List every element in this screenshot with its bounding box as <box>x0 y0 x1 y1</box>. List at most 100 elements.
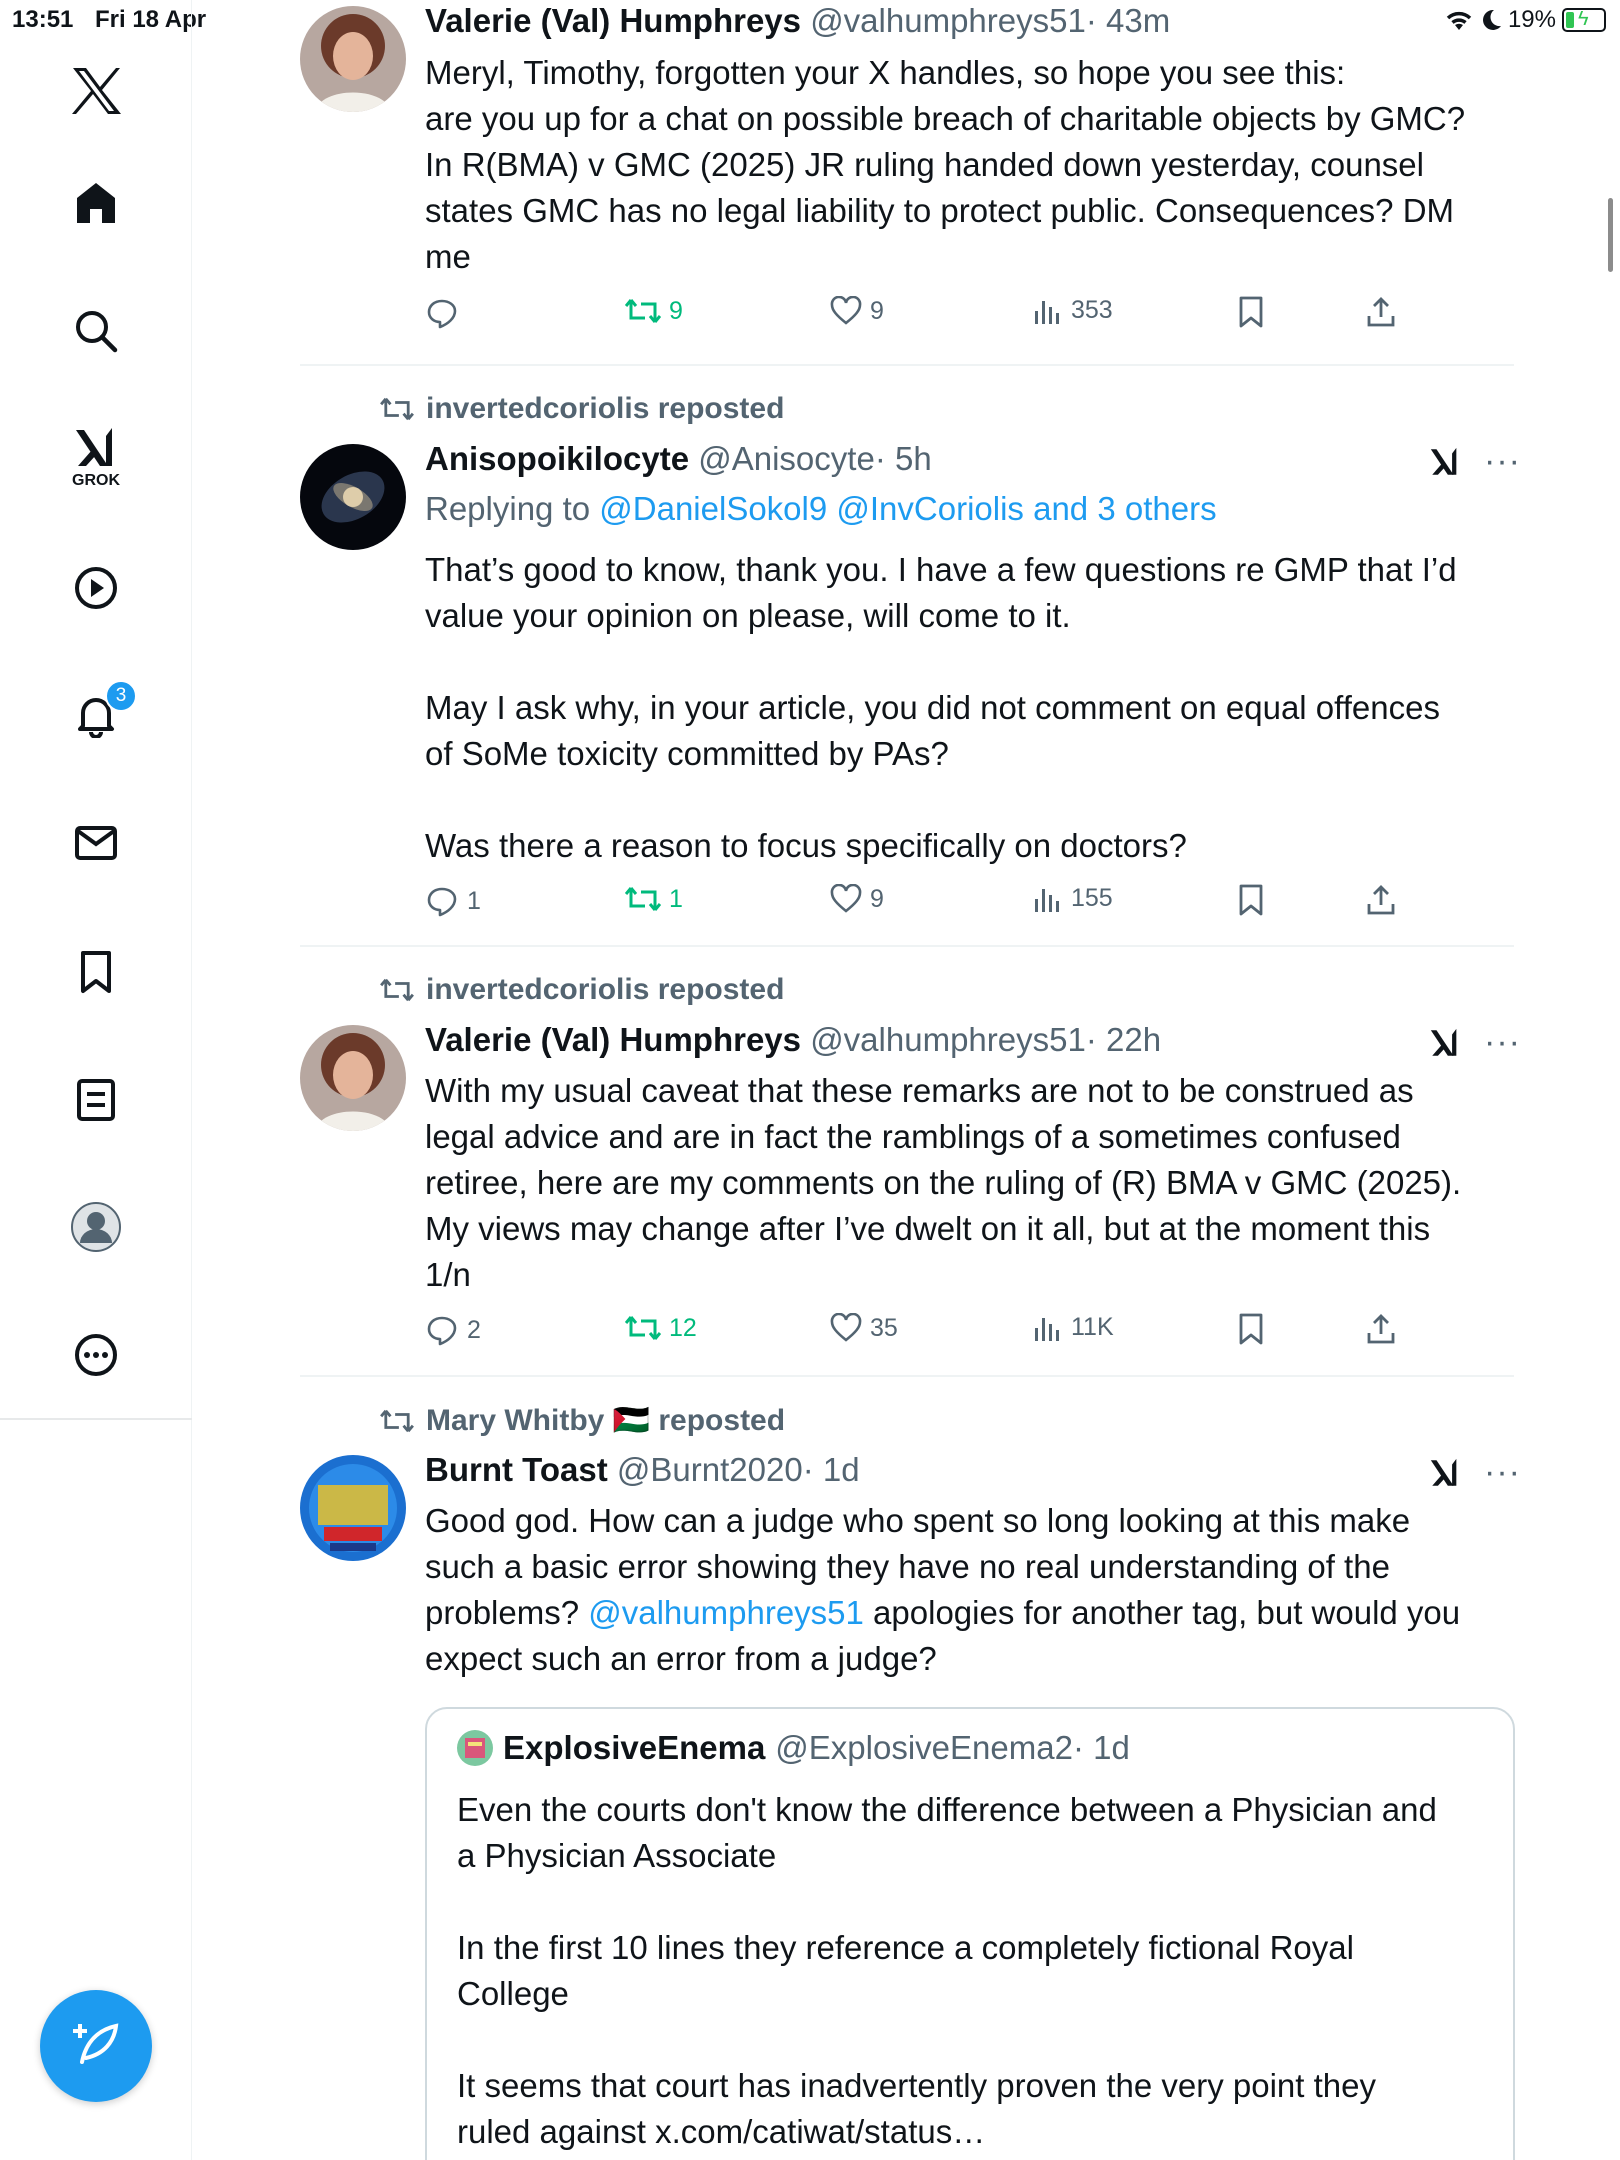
quoted-tweet-text: Even the courts don't know the differenc… <box>457 1791 1437 2150</box>
grok-icon[interactable] <box>1428 1456 1462 1490</box>
repost-context: invertedcoriolis reposted <box>380 392 784 426</box>
sidebar-divider <box>0 1418 192 1420</box>
bookmark-icon[interactable] <box>61 937 131 1007</box>
mail-icon[interactable] <box>61 808 131 878</box>
share-icon <box>1367 885 1395 915</box>
tweet-text: Meryl, Timothy, forgotten your X handles… <box>425 54 1466 275</box>
timestamp[interactable]: · 43m <box>1086 2 1170 39</box>
display-name[interactable]: Anisopoikilocyte <box>425 440 689 477</box>
tweet-top-actions: ··· <box>1428 1023 1521 1062</box>
repost-icon <box>380 1409 414 1432</box>
x-logo-icon[interactable] <box>61 55 131 125</box>
reply-button[interactable]: 1 <box>425 884 481 918</box>
like-button[interactable]: 9 <box>830 884 884 914</box>
more-options-icon[interactable]: ··· <box>1484 1023 1521 1062</box>
repost-label[interactable]: invertedcoriolis reposted <box>426 392 784 426</box>
search-icon[interactable] <box>61 296 131 366</box>
share-icon <box>1367 1314 1395 1344</box>
bookmark-icon <box>1239 296 1263 328</box>
repost-label[interactable]: invertedcoriolis reposted <box>426 973 784 1007</box>
quoted-display-name: ExplosiveEnema <box>503 1729 766 1766</box>
bookmark-button[interactable] <box>1237 1313 1265 1345</box>
like-count: 9 <box>870 884 884 913</box>
tweet[interactable]: invertedcoriolis reposted Valerie (Val) … <box>300 947 1520 1377</box>
views-icon <box>1035 888 1059 912</box>
play-icon[interactable] <box>61 553 131 623</box>
user-handle[interactable]: @valhumphreys51 <box>810 1021 1086 1058</box>
share-icon <box>1367 297 1395 327</box>
share-button[interactable] <box>1365 884 1397 916</box>
display-name[interactable]: Valerie (Val) Humphreys <box>425 2 801 39</box>
avatar[interactable] <box>300 6 406 112</box>
quoted-tweet[interactable]: ExplosiveEnema @ExplosiveEnema2· 1d Even… <box>425 1707 1515 2160</box>
tweet-actions: 1 1 9 155 <box>425 884 1405 924</box>
notifications-icon[interactable]: 3 <box>61 680 137 750</box>
replying-to: Replying to @DanielSokol9 @InvCoriolis a… <box>425 490 1217 528</box>
views-button[interactable]: 11K <box>1033 1313 1114 1342</box>
tweet[interactable]: Mary Whitby 🇵🇸 reposted Burnt Toast @Bur… <box>300 1377 1520 2160</box>
profile-icon[interactable] <box>61 1192 131 1262</box>
replying-prefix: Replying to <box>425 490 600 527</box>
views-icon <box>1035 1317 1059 1341</box>
grok-icon[interactable]: GROK <box>61 418 131 498</box>
timestamp[interactable]: · 1d <box>803 1451 860 1488</box>
heart-icon <box>830 296 862 325</box>
repost-icon <box>625 299 661 323</box>
repost-button[interactable]: 12 <box>625 1313 697 1343</box>
repost-button[interactable]: 1 <box>625 884 683 914</box>
timestamp[interactable]: · 22h <box>1086 1021 1161 1058</box>
home-icon[interactable] <box>61 168 131 238</box>
tweet-actions: 9 9 353 <box>425 296 1405 336</box>
repost-context: invertedcoriolis reposted <box>380 973 784 1007</box>
quoted-tweet-header: ExplosiveEnema @ExplosiveEnema2· 1d <box>457 1729 1130 1767</box>
user-handle[interactable]: @Anisocyte <box>698 440 875 477</box>
tweet-actions: 2 12 35 11K <box>425 1313 1405 1353</box>
mention-link[interactable]: @valhumphreys51 <box>588 1594 864 1631</box>
avatar[interactable] <box>300 444 406 550</box>
like-button[interactable]: 9 <box>830 296 884 326</box>
reply-button[interactable] <box>425 296 459 330</box>
reply-count: 2 <box>467 1315 481 1344</box>
repost-icon <box>380 397 414 421</box>
lists-icon[interactable] <box>61 1065 131 1135</box>
repost-icon <box>625 887 661 911</box>
display-name[interactable]: Burnt Toast <box>425 1451 608 1488</box>
repost-label[interactable]: Mary Whitby 🇵🇸 reposted <box>426 1403 785 1438</box>
more-options-icon[interactable]: ··· <box>1484 442 1521 481</box>
replying-to-link[interactable]: @DanielSokol9 @InvCoriolis and 3 others <box>599 490 1216 527</box>
grok-label: GROK <box>72 472 120 489</box>
views-button[interactable]: 353 <box>1033 296 1113 325</box>
share-button[interactable] <box>1365 296 1397 328</box>
reply-count: 1 <box>467 886 481 915</box>
more-icon[interactable] <box>61 1320 131 1390</box>
tweet[interactable]: invertedcoriolis reposted Anisopoikilocy… <box>300 366 1520 946</box>
share-button[interactable] <box>1365 1313 1397 1345</box>
like-count: 35 <box>870 1313 898 1342</box>
bookmark-button[interactable] <box>1237 296 1265 328</box>
grok-icon[interactable] <box>1428 1026 1462 1060</box>
reply-icon <box>427 887 457 917</box>
bookmark-button[interactable] <box>1237 884 1265 916</box>
user-handle[interactable]: @Burnt2020 <box>617 1451 803 1488</box>
avatar[interactable] <box>300 1025 406 1131</box>
avatar[interactable] <box>300 1455 406 1561</box>
reply-button[interactable]: 2 <box>425 1313 481 1347</box>
like-button[interactable]: 35 <box>830 1313 898 1343</box>
quoted-timestamp: · 1d <box>1072 1729 1130 1766</box>
tweet[interactable]: Valerie (Val) Humphreys @valhumphreys51·… <box>300 0 1514 365</box>
scrollbar[interactable] <box>1608 198 1613 272</box>
tweet-header: Valerie (Val) Humphreys @valhumphreys51·… <box>425 2 1170 40</box>
tweet-header: Anisopoikilocyte @Anisocyte· 5h <box>425 440 932 478</box>
display-name[interactable]: Valerie (Val) Humphreys <box>425 1021 801 1058</box>
battery-percent: 19% <box>1507 6 1556 33</box>
heart-icon <box>830 1313 862 1342</box>
repost-button[interactable]: 9 <box>625 296 683 326</box>
more-options-icon[interactable]: ··· <box>1484 1453 1521 1492</box>
user-handle[interactable]: @valhumphreys51 <box>810 2 1086 39</box>
tweet-top-actions: ··· <box>1428 1453 1521 1492</box>
compose-button[interactable] <box>40 1990 152 2102</box>
timestamp[interactable]: · 5h <box>875 440 932 477</box>
battery-icon: ϟ <box>1562 8 1606 32</box>
views-button[interactable]: 155 <box>1033 884 1113 913</box>
grok-icon[interactable] <box>1428 445 1462 479</box>
